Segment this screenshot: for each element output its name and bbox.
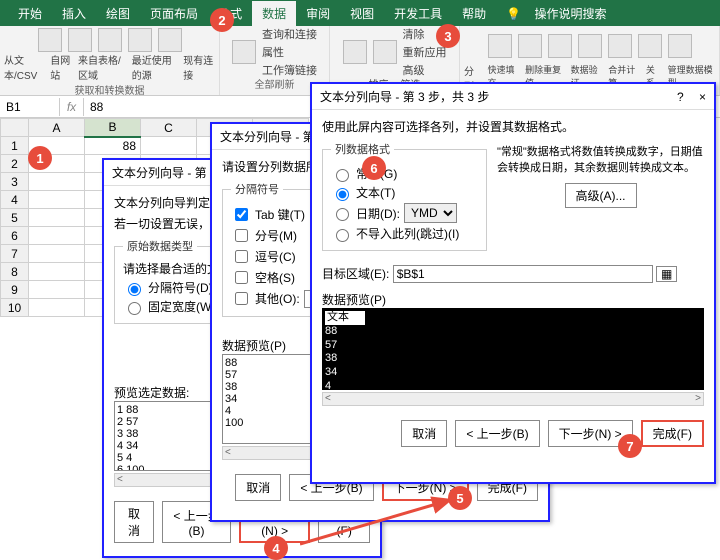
remove-dup-icon[interactable] — [548, 34, 572, 58]
tab-data[interactable]: 数据 — [252, 1, 296, 26]
tab-review[interactable]: 审阅 — [296, 1, 340, 26]
dlg3-next[interactable]: 下一步(N) > — [548, 420, 633, 447]
dlg3-scroll[interactable] — [322, 392, 704, 406]
wizard-step3-dialog: 文本分列向导 - 第 3 步，共 3 步 ? × 使用此屏内容可选择各列，并设置… — [310, 82, 716, 484]
filter-icon[interactable] — [373, 40, 397, 64]
help-icon[interactable]: ? — [677, 90, 684, 104]
dlg3-title: 文本分列向导 - 第 3 步，共 3 步 — [320, 88, 489, 105]
dlg3-back[interactable]: < 上一步(B) — [455, 420, 539, 447]
radio-date[interactable]: 日期(D): YMD — [331, 203, 478, 223]
range-picker-icon[interactable]: ▦ — [656, 266, 677, 282]
fx-icon[interactable]: fx — [60, 98, 84, 116]
col-a[interactable]: A — [29, 119, 85, 137]
flash-fill-icon[interactable] — [518, 34, 542, 58]
data-val-icon[interactable] — [578, 34, 602, 58]
ribbon-tabs: 开始 插入 绘图 页面布局 公式 数据 审阅 视图 开发工具 帮助 💡 操作说明… — [0, 0, 720, 26]
advanced-button[interactable]: 高级(A)... — [565, 183, 637, 208]
icon-from-table[interactable] — [98, 28, 122, 52]
icon-from-web[interactable] — [68, 28, 92, 52]
sort-icon[interactable] — [343, 40, 367, 64]
tab-start[interactable]: 开始 — [8, 1, 52, 26]
formula-value[interactable]: 88 — [84, 98, 109, 116]
radio-skip[interactable]: 不导入此列(跳过)(I) — [331, 225, 478, 242]
text-to-columns-icon[interactable] — [488, 34, 512, 58]
tab-formula[interactable]: 公式 — [208, 1, 252, 26]
dlg3-cancel[interactable]: 取消 — [401, 420, 447, 447]
icon-from-csv[interactable] — [38, 28, 62, 52]
refresh-all-icon[interactable] — [232, 40, 256, 64]
date-format-select[interactable]: YMD — [404, 203, 457, 223]
dlg1-cancel[interactable]: 取消 — [114, 501, 154, 543]
data-model-icon[interactable] — [668, 34, 692, 58]
col-b[interactable]: B — [85, 119, 141, 137]
radio-general[interactable]: 常规(G) — [331, 165, 478, 182]
dlg3-finish[interactable]: 完成(F) — [641, 420, 704, 447]
col-c[interactable]: C — [141, 119, 197, 137]
tab-help[interactable]: 帮助 — [452, 1, 496, 26]
consolidate-icon[interactable] — [608, 34, 632, 58]
name-box[interactable]: B1 — [0, 98, 60, 116]
tab-view[interactable]: 视图 — [340, 1, 384, 26]
tab-layout[interactable]: 页面布局 — [140, 1, 208, 26]
tab-draw[interactable]: 绘图 — [96, 1, 140, 26]
icon-recent[interactable] — [128, 28, 152, 52]
tab-dev[interactable]: 开发工具 — [384, 1, 452, 26]
dlg2-cancel[interactable]: 取消 — [235, 474, 281, 501]
tab-search[interactable]: 💡 操作说明搜索 — [496, 1, 626, 26]
icon-existing[interactable] — [158, 28, 182, 52]
close-icon[interactable]: × — [699, 90, 706, 104]
dlg3-preview: 文本 88 57 38 34 4 100 — [322, 308, 704, 390]
radio-text[interactable]: 文本(T) — [331, 184, 478, 201]
target-range-input[interactable] — [393, 265, 653, 283]
relations-icon[interactable] — [638, 34, 662, 58]
tab-insert[interactable]: 插入 — [52, 1, 96, 26]
